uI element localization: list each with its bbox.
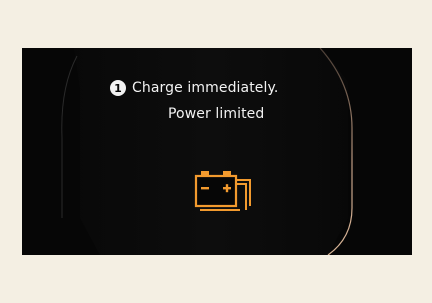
low-battery-warning-icon bbox=[194, 171, 251, 211]
warning-text-charge: Charge immediately. bbox=[132, 80, 279, 96]
warning-message-line2: Power limited bbox=[168, 106, 265, 122]
warning-number-badge: 1 bbox=[110, 80, 126, 96]
warning-message-line1: 1 Charge immediately. bbox=[110, 80, 278, 96]
page: 1 Charge immediately. Power limited bbox=[0, 0, 432, 303]
instrument-display: 1 Charge immediately. Power limited bbox=[22, 48, 412, 255]
